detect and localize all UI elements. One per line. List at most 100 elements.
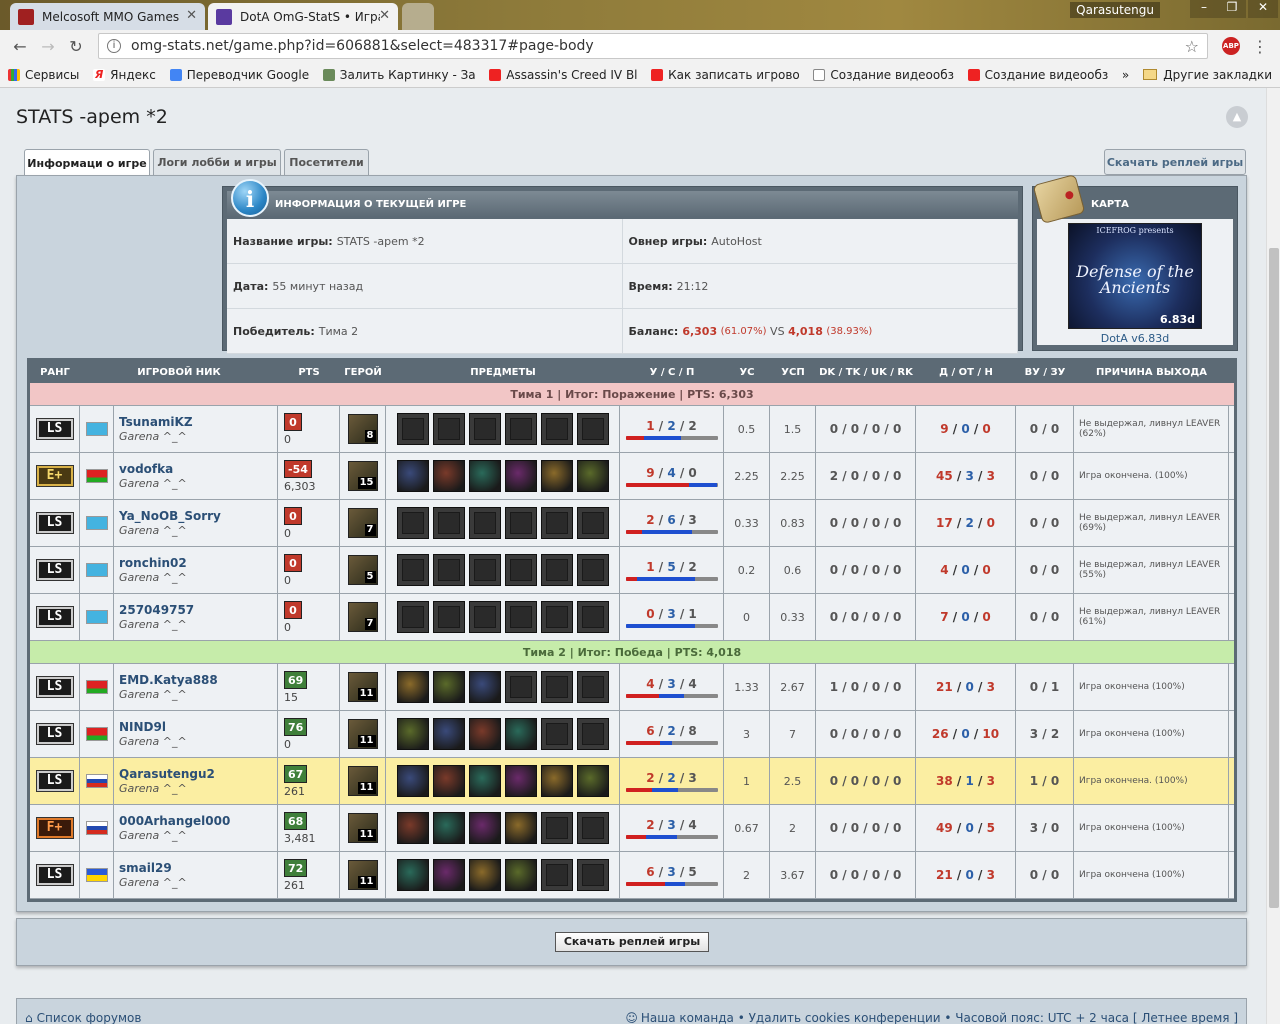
- download-replay-top-button[interactable]: Скачать реплей игры: [1104, 149, 1246, 175]
- item-icon[interactable]: [468, 859, 501, 891]
- kda-bar: [625, 576, 718, 581]
- hero-portrait-icon[interactable]: 11: [347, 813, 378, 843]
- hero-portrait-icon[interactable]: 8: [347, 414, 378, 444]
- adblock-icon[interactable]: ABP: [1222, 37, 1240, 55]
- map-image[interactable]: ICEFROG presents Defense of the Ancients…: [1068, 223, 1202, 329]
- maximize-icon[interactable]: ❐: [1218, 0, 1246, 18]
- table-body: Тима 1 | Итог: Поражение | PTS: 6,303 LS T…: [30, 383, 1234, 899]
- item-icon[interactable]: [468, 765, 501, 797]
- item-icon[interactable]: [396, 671, 429, 703]
- bookmark-video2[interactable]: Создание видеообз: [967, 68, 1108, 82]
- hero-portrait-icon[interactable]: 11: [347, 766, 378, 796]
- table-row: LS smail29 Garena ^_^ 72 261 11 6 / 3 / 5 2 3.67…: [30, 852, 1234, 899]
- profile-name[interactable]: Qarasutengu: [1070, 2, 1160, 18]
- item-icon[interactable]: [396, 718, 429, 750]
- item-icon[interactable]: [504, 718, 537, 750]
- player-nick-link[interactable]: Qarasutengu2: [119, 767, 215, 781]
- item-icon[interactable]: [504, 460, 537, 492]
- item-icon[interactable]: [396, 859, 429, 891]
- item-icon[interactable]: [468, 671, 501, 703]
- map-name-link[interactable]: DotA v6.83d: [1037, 332, 1233, 345]
- minimize-icon[interactable]: –: [1190, 0, 1218, 18]
- item-icon[interactable]: [540, 765, 573, 797]
- item-icon[interactable]: [432, 812, 465, 844]
- player-nick-link[interactable]: ronchin02: [119, 556, 187, 570]
- footer-links[interactable]: ☺ Наша команда • Удалить cookies конферен…: [625, 1011, 1238, 1024]
- hero-portrait-icon[interactable]: 11: [347, 860, 378, 890]
- tab-game-info[interactable]: Информаци о игре: [24, 149, 150, 176]
- reload-icon[interactable]: ↻: [62, 37, 90, 56]
- kda-cell: 6 / 3 / 5: [620, 852, 724, 898]
- item-icon[interactable]: [396, 765, 429, 797]
- scrollbar-thumb[interactable]: [1269, 248, 1279, 908]
- us-cell: 0.67: [724, 805, 770, 851]
- item-icon[interactable]: [432, 460, 465, 492]
- new-tab-button[interactable]: [402, 3, 434, 30]
- menu-icon[interactable]: ⋮: [1246, 37, 1274, 56]
- tab-lobby-logs[interactable]: Логи лобби и игры: [153, 149, 281, 175]
- bookmark-translate[interactable]: Переводчик Google: [169, 68, 309, 82]
- item-icon[interactable]: [396, 460, 429, 492]
- item-icon[interactable]: [504, 859, 537, 891]
- bookmark-upload[interactable]: Залить Картинку - За: [322, 68, 475, 82]
- player-nick-link[interactable]: smail29: [119, 861, 172, 875]
- item-icon[interactable]: [432, 765, 465, 797]
- vu-cell: 0 / 0: [1016, 406, 1074, 452]
- item-icon[interactable]: [540, 460, 573, 492]
- hero-level: 7: [364, 618, 376, 630]
- page-scrollbar[interactable]: [1266, 88, 1280, 1024]
- bookmark-assassins[interactable]: Assassin's Creed IV Bl: [489, 68, 637, 82]
- bookmarks-more-icon[interactable]: »: [1122, 68, 1129, 82]
- team-icon: ☺: [625, 1011, 638, 1024]
- bookmark-yandex[interactable]: Я Яндекс: [93, 68, 156, 82]
- hero-portrait-icon[interactable]: 7: [347, 508, 378, 538]
- reason-cell: Игра окончена (100%): [1074, 852, 1229, 898]
- download-replay-bottom-button[interactable]: Скачать реплей игры: [555, 932, 709, 952]
- browser-tab-omgstats[interactable]: DotA OmG-StatS • Игра ✕: [208, 3, 398, 30]
- item-icon[interactable]: [432, 718, 465, 750]
- item-icon[interactable]: [432, 859, 465, 891]
- player-nick-link[interactable]: 000Arhangel000: [119, 814, 230, 828]
- hero-portrait-icon[interactable]: 11: [347, 672, 378, 702]
- player-nick-link[interactable]: TsunamiKZ: [119, 415, 193, 429]
- bookmark-record[interactable]: Как записать игрово: [651, 68, 799, 82]
- kda-bar: [625, 482, 718, 487]
- hero-portrait-icon[interactable]: 7: [347, 602, 378, 632]
- hero-portrait-icon[interactable]: 5: [347, 555, 378, 585]
- item-icon[interactable]: [468, 718, 501, 750]
- address-bar[interactable]: i omg-stats.net/game.php?id=606881&selec…: [98, 33, 1208, 59]
- bookmark-services[interactable]: Сервисы: [8, 68, 79, 82]
- item-icon[interactable]: [468, 812, 501, 844]
- player-nick-link[interactable]: EMD.Katya888: [119, 673, 218, 687]
- back-icon[interactable]: ←: [6, 37, 34, 56]
- player-nick-link[interactable]: vodofka: [119, 462, 173, 476]
- forward-icon[interactable]: →: [34, 37, 62, 56]
- scroll-up-icon[interactable]: ▲: [1226, 106, 1248, 128]
- item-icon[interactable]: [576, 765, 609, 797]
- window-close-icon[interactable]: ✕: [1248, 0, 1278, 18]
- denies: 4: [940, 563, 949, 577]
- item-icon[interactable]: [468, 460, 501, 492]
- item-icon[interactable]: [576, 460, 609, 492]
- player-nick-link[interactable]: NIND9l: [119, 720, 166, 734]
- flag-kz-icon: [85, 610, 108, 624]
- close-icon[interactable]: ✕: [379, 8, 390, 23]
- item-icon[interactable]: [504, 765, 537, 797]
- info-icon[interactable]: i: [107, 39, 121, 53]
- empty-item-slot: [504, 413, 537, 445]
- item-icon[interactable]: [396, 812, 429, 844]
- hero-portrait-icon[interactable]: 15: [347, 461, 378, 491]
- close-icon[interactable]: ✕: [186, 8, 197, 23]
- bookmark-video1[interactable]: Создание видеообз: [813, 68, 954, 82]
- player-nick-link[interactable]: Ya_NoOB_Sorry: [119, 509, 221, 523]
- forum-list-link[interactable]: ⌂ Список форумов: [25, 1011, 141, 1024]
- item-icon[interactable]: [504, 812, 537, 844]
- hero-portrait-icon[interactable]: 11: [347, 719, 378, 749]
- col-dk: DK / TK / UK / RK: [819, 366, 913, 378]
- tab-visitors[interactable]: Посетители: [284, 149, 369, 175]
- item-icon[interactable]: [432, 671, 465, 703]
- player-nick-link[interactable]: 257049757: [119, 603, 194, 617]
- bookmark-star-icon[interactable]: ☆: [1185, 37, 1199, 56]
- other-bookmarks[interactable]: Другие закладки: [1143, 68, 1272, 82]
- browser-tab-melcosoft[interactable]: Melcosoft MMO Games ✕: [10, 3, 205, 30]
